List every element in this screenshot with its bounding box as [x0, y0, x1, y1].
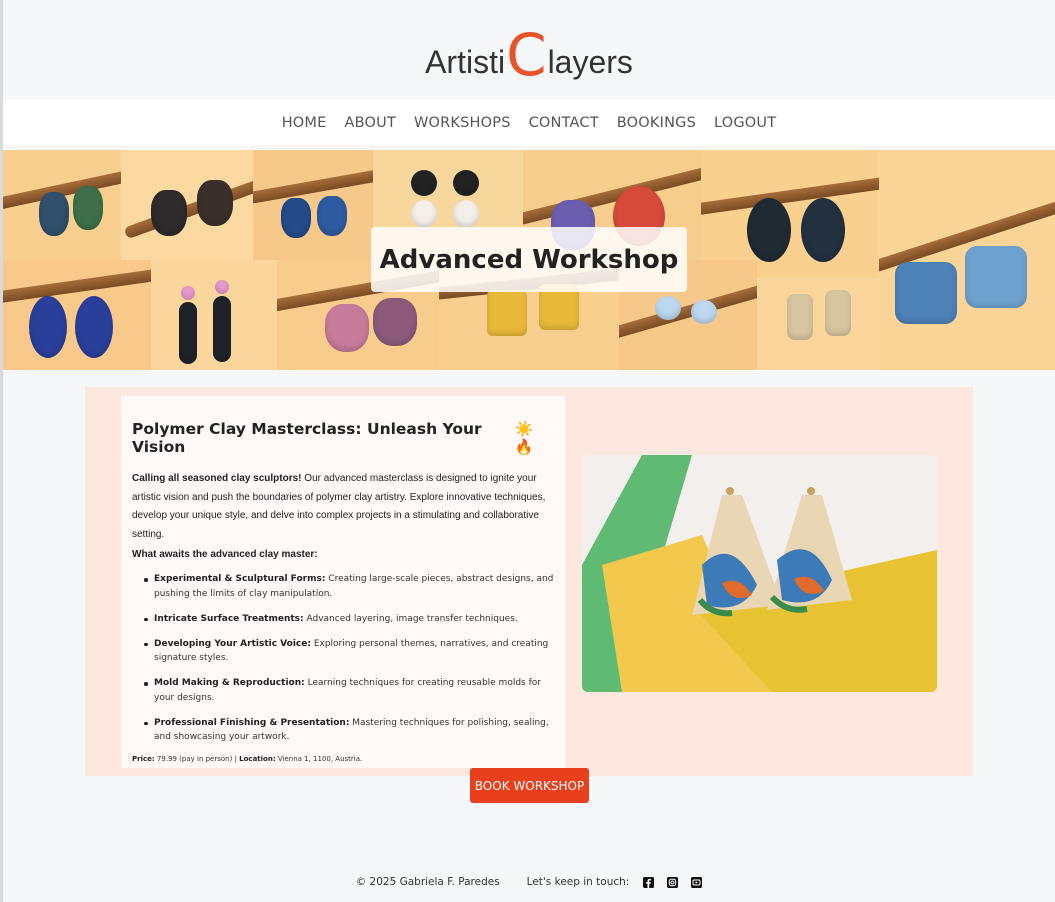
instagram-icon[interactable]	[667, 876, 679, 888]
workshop-panel: Polymer Clay Masterclass: Unleash Your V…	[85, 387, 973, 776]
list-item: Experimental & Sculptural Forms: Creatin…	[144, 572, 554, 601]
workshop-title-text: Polymer Clay Masterclass: Unleash Your V…	[132, 420, 482, 456]
awaits-heading: What awaits the advanced clay master:	[132, 549, 318, 560]
logo-text-part2: layers	[547, 44, 633, 80]
feature-list: Experimental & Sculptural Forms: Creatin…	[132, 572, 554, 745]
nav-workshops[interactable]: WORKSHOPS	[414, 115, 511, 131]
keep-in-touch-label: Let's keep in touch:	[526, 876, 630, 888]
site-header: Artisti Clayers	[3, 0, 1055, 100]
book-workshop-button[interactable]: BOOK WORKSHOP	[470, 768, 589, 803]
workshop-photo	[582, 455, 937, 692]
hero-photo-tile	[373, 150, 523, 230]
facebook-icon[interactable]	[643, 876, 655, 888]
logo-letter-c: C	[506, 21, 547, 89]
hero-title: Advanced Workshop	[379, 244, 679, 275]
intro-bold: Calling all seasoned clay sculptors!	[132, 473, 302, 484]
list-item: Developing Your Artistic Voice: Explorin…	[144, 637, 554, 666]
workshop-intro: Calling all seasoned clay sculptors! Our…	[132, 470, 554, 544]
location-label: Location:	[239, 755, 276, 763]
hero-photo-tile	[151, 260, 277, 370]
hero-banner: Advanced Workshop	[3, 150, 1055, 370]
nav-logout[interactable]: LOGOUT	[714, 115, 776, 131]
hero-photo-tile	[3, 150, 121, 260]
list-item: Intricate Surface Treatments: Advanced l…	[144, 612, 554, 627]
feature-text: Advanced layering, image transfer techni…	[303, 613, 518, 624]
site-logo[interactable]: Artisti Clayers	[425, 26, 633, 84]
nav-about[interactable]: ABOUT	[345, 115, 397, 131]
price-value: 79.99 (pay in person) |	[154, 755, 240, 763]
hero-photo-tile	[121, 150, 253, 260]
price-label: Price:	[132, 755, 155, 763]
copyright-text: © 2025 Gabriela F. Paredes	[355, 876, 500, 888]
workshop-title: Polymer Clay Masterclass: Unleash Your V…	[132, 420, 554, 456]
feature-label: Experimental & Sculptural Forms:	[154, 574, 326, 584]
nav-bookings[interactable]: BOOKINGS	[617, 115, 696, 131]
feature-label: Professional Finishing & Presentation:	[154, 717, 350, 728]
location-value: Vienna 1, 1100, Austria.	[275, 755, 363, 763]
hero-photo-tile	[253, 150, 373, 260]
nav-home[interactable]: HOME	[282, 115, 327, 131]
sun-fire-emoji-icon: ☀️ 🔥	[514, 420, 534, 456]
main-nav: HOME ABOUT WORKSHOPS CONTACT BOOKINGS LO…	[3, 100, 1055, 145]
list-item: Professional Finishing & Presentation: M…	[144, 716, 554, 745]
feature-label: Mold Making & Reproduction:	[154, 678, 305, 688]
list-item: Mold Making & Reproduction: Learning tec…	[144, 676, 554, 705]
hero-title-box: Advanced Workshop	[371, 227, 687, 292]
feature-label: Developing Your Artistic Voice:	[154, 638, 311, 649]
nav-contact[interactable]: CONTACT	[529, 115, 599, 131]
price-location: Price: 79.99 (pay in person) | Location:…	[132, 755, 554, 763]
hero-photo-tile	[3, 260, 151, 370]
hero-photo-tile	[879, 150, 1055, 370]
hero-photo-tile	[757, 278, 879, 370]
kingfisher-earrings-image	[582, 455, 937, 692]
workshop-description-card: Polymer Clay Masterclass: Unleash Your V…	[121, 396, 565, 768]
feature-label: Intricate Surface Treatments:	[154, 613, 304, 624]
youtube-icon[interactable]	[691, 876, 703, 888]
logo-text-part1: Artisti	[425, 44, 506, 80]
site-footer: © 2025 Gabriela F. Paredes Let's keep in…	[3, 876, 1055, 888]
hero-photo-tile	[701, 150, 879, 278]
